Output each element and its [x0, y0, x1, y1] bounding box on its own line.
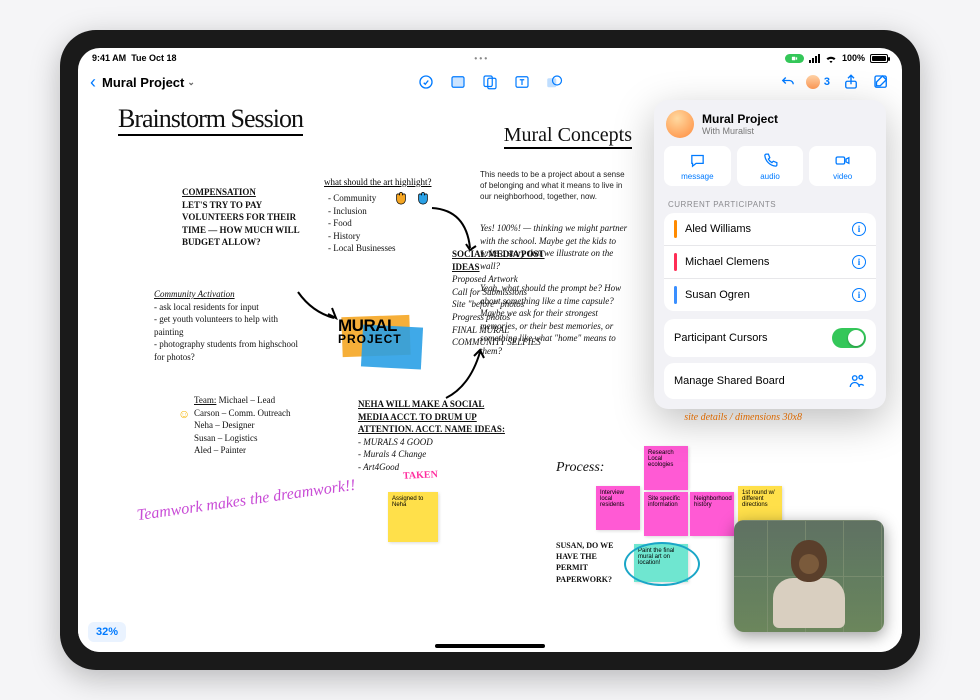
video-button[interactable]: video — [809, 146, 876, 186]
note-activation: Community Activation - ask local residen… — [154, 288, 304, 364]
note-highlight-q: what should the art highlight? — [324, 176, 431, 189]
battery-pct: 100% — [842, 53, 865, 63]
board-title[interactable]: Mural Project ⌄ — [102, 75, 195, 90]
arrow-sketch — [440, 346, 490, 411]
share-icon[interactable] — [842, 73, 860, 91]
heading-concepts: Mural Concepts — [504, 124, 632, 147]
app-toolbar: ‹ Mural Project ⌄ 3 — [78, 66, 902, 98]
note-highlight-list: - Community - Inclusion - Food - History… — [328, 192, 396, 255]
note-concept-reply2: Yeah, what should the prompt be? How abo… — [480, 282, 630, 358]
home-indicator[interactable] — [435, 644, 545, 648]
sticky-note[interactable]: Neighborhood history — [690, 492, 734, 536]
sticky-note[interactable]: Interview local residents — [596, 486, 640, 530]
note-compensation: COMPENSATION LET'S TRY TO PAY VOLUNTEERS… — [182, 186, 300, 249]
heading-brainstorm: Brainstorm Session — [118, 104, 303, 134]
fist-icon — [392, 188, 410, 210]
share-popover: Mural Project With Muralist message audi… — [654, 100, 886, 409]
info-icon[interactable]: i — [852, 255, 866, 269]
circle-annotation — [624, 542, 700, 586]
status-date: Tue Oct 18 — [131, 53, 176, 63]
back-chevron-icon[interactable]: ‹ — [90, 72, 96, 93]
sticky-note[interactable]: Site specific information — [644, 492, 688, 536]
participant-row[interactable]: Michael Clemens i — [664, 246, 876, 279]
popover-subtitle: With Muralist — [702, 126, 778, 136]
participants-list: Aled Williams i Michael Clemens i Susan … — [664, 213, 876, 311]
facetime-pip[interactable] — [734, 520, 884, 632]
note-concept-intro: This needs to be a project about a sense… — [480, 170, 630, 202]
battery-icon — [870, 54, 888, 63]
info-icon[interactable]: i — [852, 222, 866, 236]
shapes-tool-icon[interactable] — [545, 73, 563, 91]
collaborate-icon — [848, 372, 866, 390]
note-site: site details / dimensions 30x8 — [684, 412, 802, 424]
participant-cursors-toggle[interactable]: Participant Cursors — [664, 319, 876, 357]
sticky-note[interactable]: Research Local ecologies — [644, 446, 688, 490]
wifi-icon — [825, 54, 837, 63]
undo-icon[interactable] — [779, 73, 797, 91]
note-teamwork: Teamwork makes the dreamwork!! — [136, 477, 357, 526]
sticky-note[interactable]: Assigned to Neha — [388, 492, 438, 542]
note-process: Process: — [556, 460, 604, 476]
text-tool-icon[interactable] — [513, 73, 531, 91]
smile-icon: ☺ — [178, 408, 190, 422]
arrow-sketch — [294, 288, 340, 329]
media-tool-icon[interactable] — [481, 73, 499, 91]
note-concept-reply: Yes! 100%! — thinking we might partner w… — [480, 222, 630, 272]
audio-button[interactable]: audio — [737, 146, 804, 186]
facetime-person — [766, 540, 852, 632]
signal-icon — [809, 54, 820, 63]
mural-logo: MURALPROJECT — [338, 310, 434, 376]
note-susan: SUSAN, DO WE HAVE THE PERMIT PAPERWORK? — [556, 540, 626, 585]
participant-row[interactable]: Aled Williams i — [664, 213, 876, 246]
message-button[interactable]: message — [664, 146, 731, 186]
popover-avatar — [666, 110, 694, 138]
pen-tool-icon[interactable] — [417, 73, 435, 91]
chevron-down-icon: ⌄ — [187, 77, 195, 88]
popover-title: Mural Project — [702, 112, 778, 126]
participants-section-label: CURRENT PARTICIPANTS — [654, 196, 886, 213]
arrow-sketch — [426, 202, 482, 263]
info-icon[interactable]: i — [852, 288, 866, 302]
zoom-indicator[interactable]: 32% — [88, 622, 126, 642]
note-taken: TAKEN — [403, 469, 438, 482]
manage-shared-board-button[interactable]: Manage Shared Board — [664, 363, 876, 399]
toggle-switch[interactable] — [832, 328, 866, 348]
status-time: 9:41 AM — [92, 53, 126, 63]
participant-row[interactable]: Susan Ogren i — [664, 279, 876, 311]
sticky-tool-icon[interactable] — [449, 73, 467, 91]
facetime-pill[interactable] — [785, 54, 804, 63]
collaborators-button[interactable]: 3 — [809, 74, 830, 90]
note-team: Team: Michael – Lead Carson – Comm. Outr… — [194, 394, 354, 457]
compose-icon[interactable] — [872, 73, 890, 91]
statusbar: 9:41 AM Tue Oct 18 • • • 100% — [78, 48, 902, 66]
